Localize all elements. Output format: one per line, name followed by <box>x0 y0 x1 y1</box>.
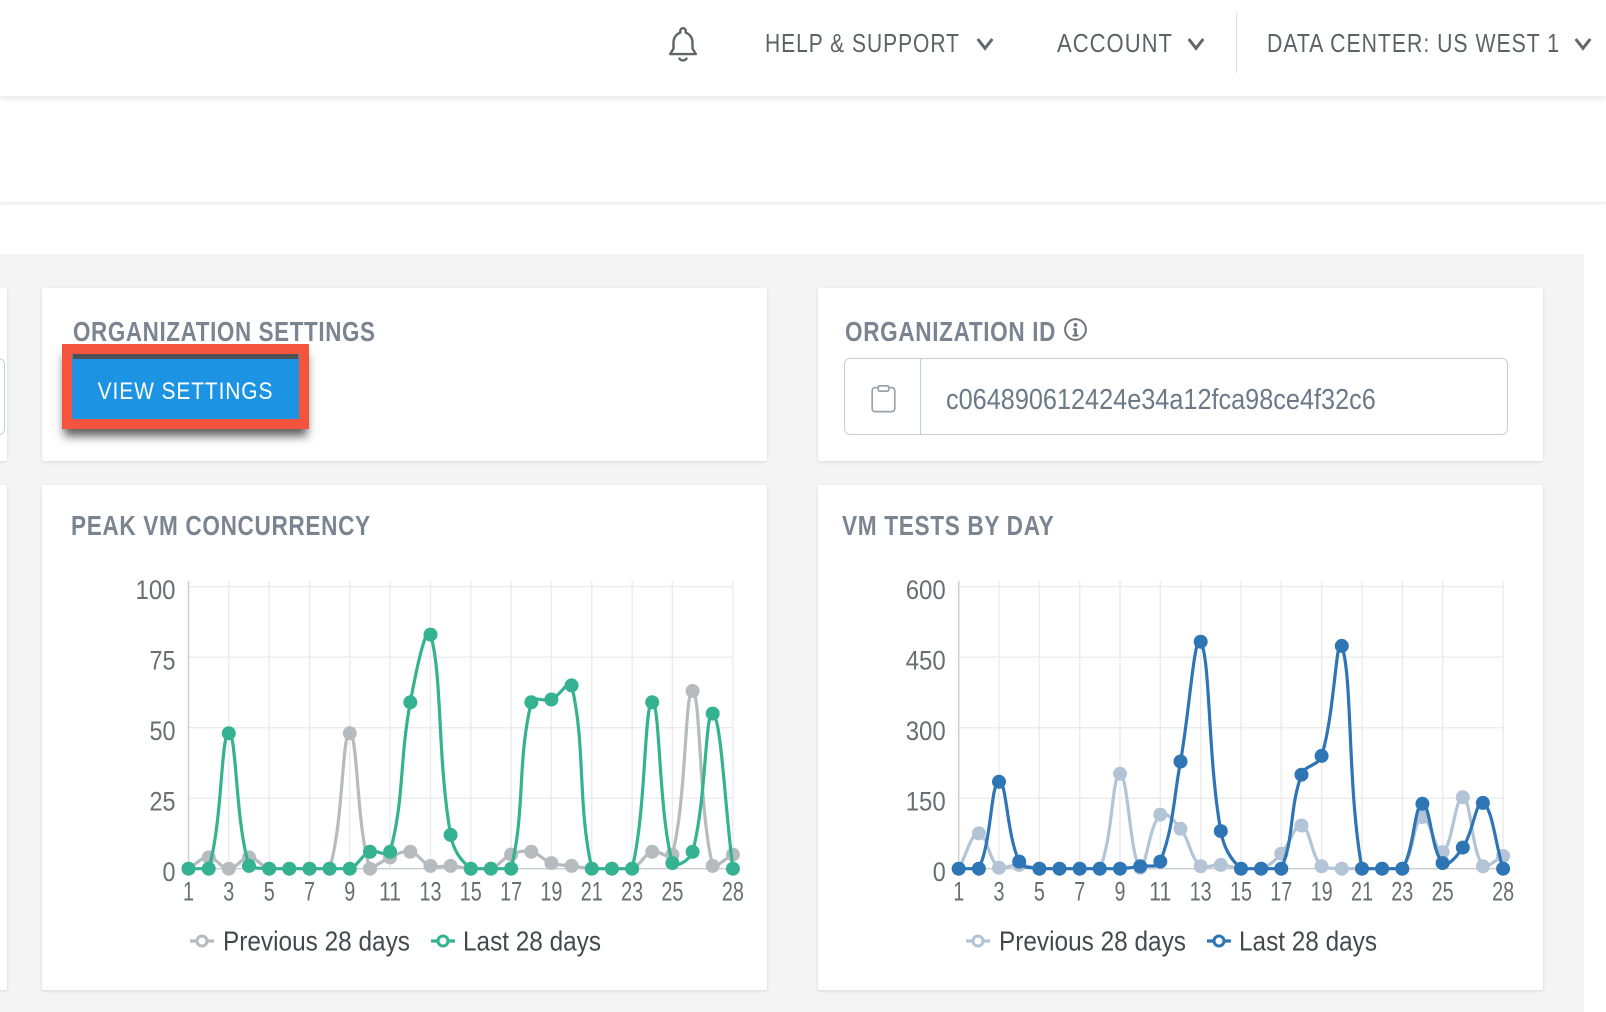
svg-text:3: 3 <box>223 877 234 907</box>
svg-text:75: 75 <box>150 646 176 676</box>
svg-text:17: 17 <box>1270 877 1292 907</box>
svg-text:21: 21 <box>581 877 603 907</box>
svg-text:5: 5 <box>1034 877 1045 907</box>
svg-text:0: 0 <box>933 857 946 887</box>
svg-text:9: 9 <box>344 877 355 907</box>
svg-text:100: 100 <box>136 575 176 605</box>
svg-text:1: 1 <box>953 877 964 907</box>
svg-text:9: 9 <box>1115 877 1126 907</box>
svg-text:17: 17 <box>500 877 522 907</box>
svg-text:Previous 28 days: Previous 28 days <box>223 926 410 957</box>
svg-text:19: 19 <box>1311 877 1333 907</box>
svg-text:11: 11 <box>1149 877 1171 907</box>
svg-text:25: 25 <box>150 787 176 817</box>
svg-text:Last 28 days: Last 28 days <box>1239 926 1377 957</box>
svg-text:0: 0 <box>163 857 176 887</box>
svg-text:7: 7 <box>304 877 315 907</box>
svg-text:11: 11 <box>379 877 401 907</box>
svg-text:28: 28 <box>1492 877 1514 907</box>
svg-text:1: 1 <box>183 877 194 907</box>
svg-text:Last 28 days: Last 28 days <box>463 926 601 957</box>
svg-text:150: 150 <box>906 787 946 817</box>
svg-text:13: 13 <box>420 877 442 907</box>
svg-text:23: 23 <box>1391 877 1413 907</box>
svg-text:15: 15 <box>460 877 482 907</box>
svg-text:7: 7 <box>1074 877 1085 907</box>
svg-text:28: 28 <box>722 877 744 907</box>
svg-text:450: 450 <box>906 646 946 676</box>
svg-text:15: 15 <box>1230 877 1252 907</box>
svg-text:19: 19 <box>540 877 562 907</box>
svg-text:3: 3 <box>994 877 1005 907</box>
svg-text:21: 21 <box>1351 877 1373 907</box>
svg-text:Previous 28 days: Previous 28 days <box>999 926 1186 957</box>
svg-text:13: 13 <box>1190 877 1212 907</box>
svg-text:23: 23 <box>621 877 643 907</box>
svg-text:5: 5 <box>264 877 275 907</box>
svg-text:300: 300 <box>906 716 946 746</box>
svg-text:50: 50 <box>150 716 176 746</box>
svg-text:25: 25 <box>1432 877 1454 907</box>
svg-text:600: 600 <box>906 575 946 605</box>
svg-text:25: 25 <box>661 877 683 907</box>
